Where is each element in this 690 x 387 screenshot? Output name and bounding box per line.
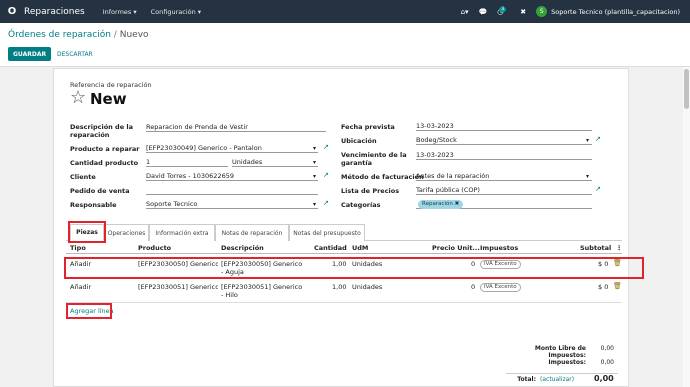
row-cantidad: 1,00	[332, 283, 347, 291]
breadcrumb-separator: /	[113, 30, 117, 40]
invoice-method-dropdown-icon[interactable]: ▾	[586, 173, 589, 180]
customer-external-link-icon[interactable]: ↗	[323, 171, 329, 179]
planned-date-label: Fecha prevista	[341, 123, 395, 131]
pricelist-external-link-icon[interactable]: ↗	[595, 185, 601, 193]
control-panel: Órdenes de reparación / Nuevo GUARDAR DE…	[0, 23, 690, 67]
form-sheet: Referencia de reparación ☆ New Descripci…	[53, 68, 644, 387]
warranty-field[interactable]: 13-03-2023	[416, 151, 592, 160]
page-scrollbar[interactable]	[683, 67, 690, 387]
location-field[interactable]: Bodeg/Stock	[416, 136, 592, 145]
customer-dropdown-icon[interactable]: ▾	[313, 173, 316, 180]
activity-badge: 3	[499, 6, 507, 12]
location-external-link-icon[interactable]: ↗	[595, 135, 601, 143]
quantity-label: Cantidad producto	[70, 159, 139, 167]
product-label: Producto a reparar	[70, 145, 140, 153]
col-descripcion[interactable]: Descripción	[221, 244, 264, 252]
menu-informes[interactable]: Informes ▾	[103, 8, 137, 16]
total-value: 0,00	[594, 374, 614, 383]
home-icon[interactable]: ⌂▾	[461, 8, 469, 16]
menu-configuracion[interactable]: Configuración ▾	[151, 8, 201, 16]
save-button[interactable]: GUARDAR	[8, 47, 52, 61]
row-tipo: Añadir	[70, 283, 92, 291]
tab-operaciones[interactable]: Operaciones	[104, 224, 149, 241]
row-tax-tag[interactable]: IVA Excento	[480, 283, 521, 292]
untaxed-label: Monto Libre de Impuestos:	[534, 345, 586, 359]
customer-label: Cliente	[70, 173, 96, 181]
description-label: Descripción de la reparación	[70, 123, 133, 139]
pricelist-label: Lista de Precios	[341, 187, 400, 195]
untaxed-value: 0,00	[600, 345, 614, 352]
quantity-field[interactable]: 1	[146, 158, 228, 167]
col-producto[interactable]: Producto	[138, 244, 171, 252]
responsible-dropdown-icon[interactable]: ▾	[313, 201, 316, 208]
pricelist-field[interactable]: Tarifa pública (COP)	[416, 186, 592, 195]
apps-menu-icon[interactable]: O	[0, 6, 24, 17]
tab-notas-presupuesto[interactable]: Notas del presupuesto	[289, 224, 365, 241]
row-udm: Unidades	[352, 283, 383, 291]
category-tag[interactable]: Reparación ✖	[418, 200, 464, 209]
planned-date-field[interactable]: 13-03-2023	[416, 122, 592, 131]
col-tipo[interactable]: Tipo	[70, 244, 86, 252]
table-header: Tipo Producto Descripción Cantidad UdM P…	[66, 242, 623, 254]
categories-label: Categorías	[341, 201, 381, 209]
notebook-tabs: Piezas Operaciones Información extra Not…	[66, 224, 622, 241]
row-producto: [EFP23030051] Generico ...	[138, 283, 218, 291]
highlight-box	[68, 221, 106, 243]
column-options-icon[interactable]: ⋮	[616, 244, 623, 252]
product-field[interactable]: [EFP23030049] Generico - Pantalon	[146, 144, 318, 153]
taxes-value: 0,00	[600, 359, 614, 366]
warranty-label: Vencimiento de la garantía	[341, 151, 407, 167]
delete-row-icon[interactable]: 🗑	[613, 282, 622, 290]
description-field[interactable]: Reparacion de Prenda de Vestir	[146, 123, 326, 132]
breadcrumb-current: Nuevo	[119, 30, 149, 40]
top-navbar: O Reparaciones Informes ▾ Configuración …	[0, 0, 690, 23]
product-dropdown-icon[interactable]: ▾	[313, 145, 316, 152]
total-label: Total:	[517, 376, 536, 383]
col-precio[interactable]: Precio Unit...	[432, 244, 480, 252]
row-precio: 0	[471, 283, 476, 291]
invoice-method-field[interactable]: Antes de la reparación	[416, 172, 592, 181]
tab-informacion-extra[interactable]: Información extra	[149, 224, 215, 241]
highlight-box	[66, 303, 112, 319]
chat-icon[interactable]: 💬	[479, 8, 488, 16]
responsible-external-link-icon[interactable]: ↗	[323, 199, 329, 207]
location-dropdown-icon[interactable]: ▾	[586, 137, 589, 144]
sale-order-label: Pedido de venta	[70, 187, 130, 195]
debug-icon[interactable]: ✖	[520, 8, 526, 16]
row-subtotal: $ 0	[598, 283, 609, 291]
navbar-systray: ⌂▾ 💬 ◷3 ✖ S Soporte Tecnico (plantilla_c…	[461, 6, 690, 17]
responsible-label: Responsable	[70, 201, 117, 209]
user-name: Soporte Tecnico (plantilla_capacitacion)	[551, 7, 680, 16]
app-name[interactable]: Reparaciones	[24, 7, 85, 17]
record-name[interactable]: New	[90, 90, 127, 108]
invoice-method-label: Método de facturación	[341, 173, 424, 181]
user-menu[interactable]: S Soporte Tecnico (plantilla_capacitacio…	[536, 6, 680, 17]
discard-button[interactable]: DESCARTAR	[54, 47, 96, 61]
breadcrumb: Órdenes de reparación / Nuevo	[8, 30, 149, 40]
sale-order-field[interactable]	[146, 186, 318, 195]
recompute-link[interactable]: (actualizar)	[540, 376, 574, 383]
highlight-box	[64, 257, 644, 279]
breadcrumb-parent[interactable]: Órdenes de reparación	[8, 30, 111, 40]
col-impuestos[interactable]: Impuestos	[480, 244, 518, 252]
col-subtotal[interactable]: Subtotal	[580, 244, 611, 252]
responsible-field[interactable]: Soporte Tecnico	[146, 200, 318, 209]
quantity-uom-field[interactable]: Unidades	[232, 158, 318, 167]
table-row[interactable]: Añadir [EFP23030051] Generico ... [EFP23…	[66, 279, 622, 303]
col-cantidad[interactable]: Cantidad	[314, 244, 347, 252]
star-icon[interactable]: ☆	[70, 89, 86, 107]
avatar: S	[536, 6, 548, 17]
taxes-label: Impuestos:	[548, 359, 586, 366]
tab-notas-reparacion[interactable]: Notas de reparación	[215, 224, 289, 241]
scrollbar-thumb[interactable]	[684, 69, 689, 109]
product-external-link-icon[interactable]: ↗	[323, 143, 329, 151]
row-descripcion: [EFP23030051] Generico - Hilo	[221, 283, 303, 299]
customer-field[interactable]: David Torres - 1030622659	[146, 172, 318, 181]
uom-dropdown-icon[interactable]: ▾	[313, 159, 316, 166]
activity-icon[interactable]: ◷3	[497, 6, 510, 16]
col-udm[interactable]: UdM	[352, 244, 368, 252]
location-label: Ubicación	[341, 137, 377, 145]
